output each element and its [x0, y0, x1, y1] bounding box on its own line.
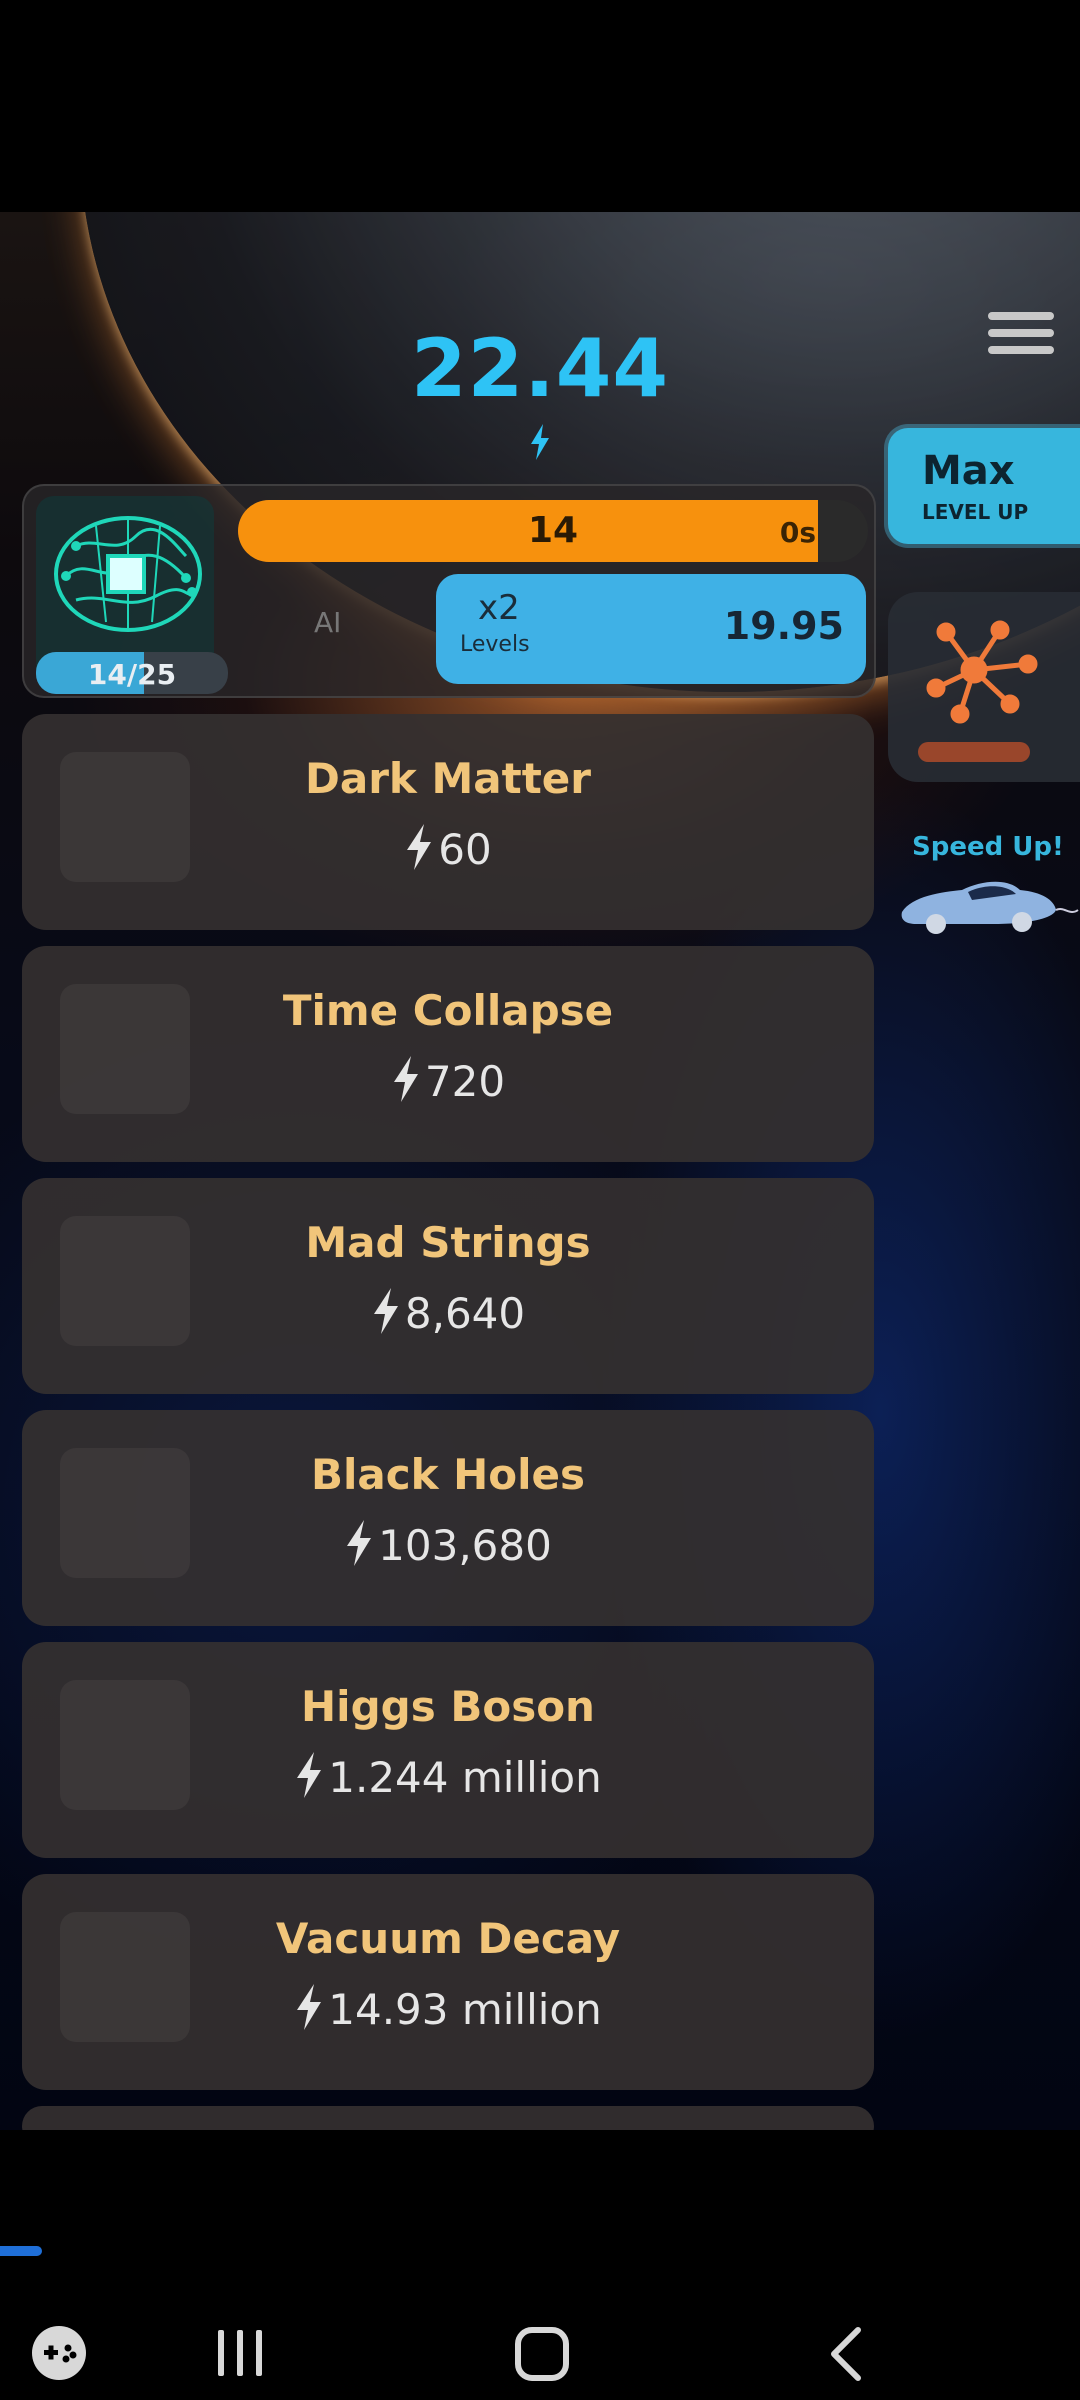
status-area	[0, 0, 1080, 212]
upgrade-card-mad-strings[interactable]: Mad Strings 8,640	[22, 1178, 874, 1394]
upgrade-name: Higgs Boson	[301, 1682, 595, 1731]
upgrade-cost: 103,680	[22, 1520, 874, 1570]
game-screen: 22.44 Max LEVEL UP 14/25 AI 14 0s x2 Lev…	[0, 212, 1080, 2130]
bolt-icon	[297, 1752, 322, 1798]
upgrade-name: Mad Strings	[305, 1218, 591, 1267]
upgrade-name: Vacuum Decay	[275, 1914, 621, 1963]
upgrade-card-dark-matter[interactable]: Dark Matter 60	[22, 714, 874, 930]
brain-count-bar: 14/25	[36, 652, 228, 694]
upgrade-name: Time Collapse	[282, 986, 614, 1035]
game-controller-icon[interactable]	[30, 2324, 88, 2382]
time-left: 0s	[779, 516, 816, 549]
max-label: Max	[922, 448, 1015, 494]
flying-car-icon[interactable]	[892, 866, 1080, 946]
upgrade-name: Black Holes	[310, 1450, 586, 1499]
home-icon[interactable]	[514, 2326, 570, 2382]
speed-up-label: Speed Up!	[912, 832, 1064, 862]
bolt-icon	[297, 1984, 322, 2030]
upgrade-card-time-collapse[interactable]: Time Collapse 720	[22, 946, 874, 1162]
multiplier-buy-button[interactable]: x2 Levels 19.95	[436, 574, 866, 684]
multiplier-unit: Levels	[460, 632, 530, 657]
brain-count-text: 14/25	[87, 658, 177, 691]
upgrade-cost: 60	[22, 824, 874, 874]
bolt-icon	[531, 424, 549, 460]
bolt-icon	[373, 1288, 398, 1334]
max-level-up-button[interactable]: Max LEVEL UP	[888, 428, 1080, 544]
upgrade-cost: 8,640	[22, 1288, 874, 1338]
hamburger-menu-icon	[988, 312, 1054, 320]
upgrade-cost: 14.93 million	[22, 1984, 874, 2034]
upgrade-card-black-holes[interactable]: Black Holes 103,680	[22, 1410, 874, 1626]
ai-panel: 14/25 AI 14 0s x2 Levels 19.95	[22, 484, 876, 698]
network-upgrade-button[interactable]	[888, 592, 1080, 782]
system-navigation-bar	[0, 2130, 1080, 2400]
bolt-icon	[347, 1520, 372, 1566]
upgrade-cost: 720	[22, 1056, 874, 1106]
back-icon[interactable]	[826, 2326, 866, 2382]
menu-button[interactable]	[988, 312, 1054, 362]
upgrade-card-higgs-boson[interactable]: Higgs Boson 1.244 million	[22, 1642, 874, 1858]
network-cooldown-bar	[918, 742, 1030, 762]
video-progress-indicator	[0, 2246, 42, 2256]
level-progress-bar: 14 0s	[238, 500, 868, 562]
network-graph-icon	[926, 620, 1038, 724]
multiplier-price: 19.95	[723, 604, 844, 648]
upgrade-card-vacuum-decay[interactable]: Vacuum Decay 14.93 million	[22, 1874, 874, 2090]
bolt-icon	[407, 824, 432, 870]
energy-score: 22.44	[410, 322, 670, 415]
upgrade-card-next[interactable]	[22, 2106, 874, 2130]
level-up-label: LEVEL UP	[922, 500, 1029, 524]
level-number: 14	[527, 510, 579, 551]
upgrade-list: Dark Matter 60 Time Collapse 720 Mad Str…	[22, 714, 874, 2130]
multiplier-value: x2	[478, 588, 520, 628]
upgrade-name: Dark Matter	[305, 754, 591, 803]
upgrade-cost: 1.244 million	[22, 1752, 874, 1802]
recents-icon[interactable]	[214, 2328, 266, 2378]
ai-label: AI	[314, 606, 342, 639]
bolt-icon	[393, 1056, 418, 1102]
